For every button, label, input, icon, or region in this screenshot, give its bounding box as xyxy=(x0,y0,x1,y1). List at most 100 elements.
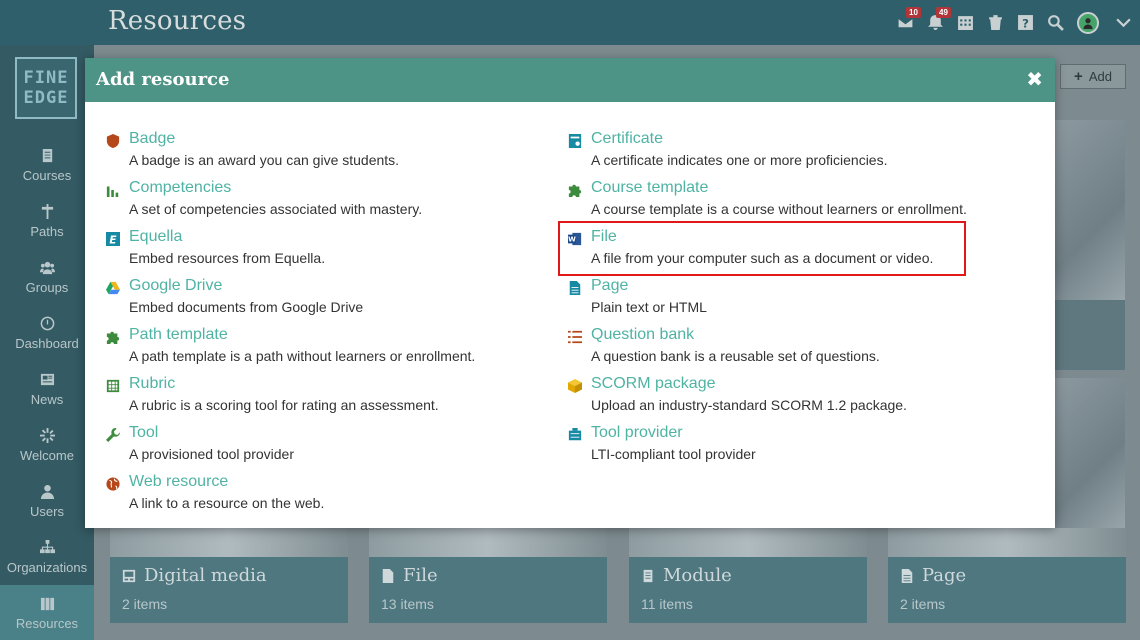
add-resource-button[interactable]: + Add xyxy=(1060,64,1126,89)
sidebar-item-news[interactable]: News xyxy=(0,361,94,417)
module-icon xyxy=(643,569,653,582)
sidebar-item-users[interactable]: Users xyxy=(0,473,94,529)
dashboard-icon xyxy=(40,316,54,330)
resource-name[interactable]: Tool xyxy=(129,424,158,442)
user-icon xyxy=(40,484,54,499)
header-actions: 10 49 ? xyxy=(890,0,1140,45)
bar-chart-icon xyxy=(106,182,120,197)
card-count: 13 items xyxy=(381,596,434,612)
close-icon[interactable]: ✖ xyxy=(1026,67,1043,91)
sidebar-item-label: Dashboard xyxy=(15,335,79,351)
resource-name[interactable]: Badge xyxy=(129,130,175,148)
notifications-count-badge: 49 xyxy=(936,7,951,18)
card-thumbnail xyxy=(369,528,607,557)
globe-icon xyxy=(106,476,120,491)
groups-icon xyxy=(39,261,55,274)
svg-text:?: ? xyxy=(1022,16,1029,30)
resource-description: A course template is a course without le… xyxy=(591,201,967,217)
sidebar-item-organizations[interactable]: Organizations xyxy=(0,529,94,585)
resource-description: A link to a resource on the web. xyxy=(129,495,325,511)
mail-button[interactable]: 10 xyxy=(890,0,921,45)
calendar-button[interactable] xyxy=(950,0,980,45)
sidebar-item-resources[interactable]: Resources xyxy=(0,585,94,640)
resource-card-digital-media[interactable]: Digital media 2 items xyxy=(110,557,348,623)
resource-name[interactable]: Path template xyxy=(129,326,228,344)
sidebar-item-courses[interactable]: Courses xyxy=(0,137,94,193)
trash-button[interactable] xyxy=(980,0,1010,45)
page-title: Resources xyxy=(108,6,247,36)
resource-name[interactable]: Page xyxy=(591,277,628,295)
sidebar-item-dashboard[interactable]: Dashboard xyxy=(0,305,94,361)
resource-description: LTI-compliant tool provider xyxy=(591,446,756,462)
resource-name[interactable]: Google Drive xyxy=(129,277,222,295)
resource-description: Embed resources from Equella. xyxy=(129,250,326,266)
sidebar: FINE EDGE Courses Paths Groups Dashboard… xyxy=(0,45,94,640)
file-icon xyxy=(382,568,394,583)
resource-card-file[interactable]: File 13 items xyxy=(369,557,607,623)
signpost-icon xyxy=(41,203,53,219)
notifications-button[interactable]: 49 xyxy=(920,0,951,45)
welcome-icon xyxy=(39,427,55,443)
resource-name[interactable]: Question bank xyxy=(591,326,694,344)
google-drive-icon xyxy=(106,280,120,295)
card-title: Page xyxy=(900,565,966,586)
sidebar-item-label: Organizations xyxy=(6,559,88,575)
card-footer xyxy=(1055,300,1125,370)
resource-name[interactable]: Course template xyxy=(591,179,708,197)
resource-name[interactable]: SCORM package xyxy=(591,375,716,393)
grid-icon xyxy=(106,378,120,393)
list-icon xyxy=(568,329,582,344)
logo-line-1: FINE xyxy=(23,68,69,88)
top-header: Resources 10 49 ? xyxy=(0,0,1140,45)
plus-icon: + xyxy=(1074,68,1083,85)
resource-name[interactable]: Rubric xyxy=(129,375,175,393)
sidebar-item-groups[interactable]: Groups xyxy=(0,249,94,305)
sidebar-item-label: Paths xyxy=(30,223,64,239)
resource-card-page[interactable]: Page 2 items xyxy=(888,557,1126,623)
card-title-text: Digital media xyxy=(144,565,267,586)
page-icon xyxy=(568,280,582,295)
sidebar-item-paths[interactable]: Paths xyxy=(0,193,94,249)
sidebar-item-label: Courses xyxy=(22,167,72,183)
resource-description: A badge is an award you can give student… xyxy=(129,152,400,168)
chevron-down-icon xyxy=(1115,18,1131,28)
resource-name[interactable]: Competencies xyxy=(129,179,231,197)
sidebar-item-label: Resources xyxy=(15,615,79,631)
card-title-text: Module xyxy=(663,565,732,586)
profile-button[interactable] xyxy=(1070,0,1106,45)
resource-card-module[interactable]: Module 11 items xyxy=(629,557,867,623)
fine-edge-logo[interactable]: FINE EDGE xyxy=(15,57,77,119)
card-title: File xyxy=(381,565,438,586)
sidebar-item-welcome[interactable]: Welcome xyxy=(0,417,94,473)
card-title: Digital media xyxy=(122,565,267,586)
resource-name[interactable]: Tool provider xyxy=(591,424,683,442)
resource-name[interactable]: Certificate xyxy=(591,130,663,148)
help-button[interactable]: ? xyxy=(1010,0,1040,45)
add-resource-dialog: Add resource ✖ Badge A badge is an award… xyxy=(85,58,1055,528)
card-thumbnail xyxy=(110,528,348,557)
resource-name[interactable]: Equella xyxy=(129,228,182,246)
search-button[interactable] xyxy=(1040,0,1070,45)
card-title-text: Page xyxy=(922,565,967,586)
media-icon xyxy=(122,569,136,582)
help-icon: ? xyxy=(1017,15,1033,30)
add-button-label: Add xyxy=(1088,69,1112,84)
puzzle-icon xyxy=(106,329,120,344)
dialog-header: Add resource ✖ xyxy=(85,58,1055,102)
certificate-icon xyxy=(568,133,582,148)
resource-description: A set of competencies associated with ma… xyxy=(129,201,423,217)
profile-menu-toggle[interactable] xyxy=(1106,0,1140,45)
search-icon xyxy=(1047,15,1064,31)
sidebar-item-label: Users xyxy=(30,503,64,519)
news-icon xyxy=(40,373,54,385)
resource-description: Embed documents from Google Drive xyxy=(129,299,364,315)
dialog-title: Add resource xyxy=(96,69,230,90)
card-thumbnail xyxy=(1055,120,1125,300)
svg-text:E: E xyxy=(109,234,117,246)
card-title-text: File xyxy=(403,565,438,586)
shield-icon xyxy=(106,133,120,148)
resource-description: Plain text or HTML xyxy=(591,299,707,315)
resource-name[interactable]: Web resource xyxy=(129,473,228,491)
trash-icon xyxy=(988,15,1002,30)
page-icon xyxy=(901,568,913,583)
